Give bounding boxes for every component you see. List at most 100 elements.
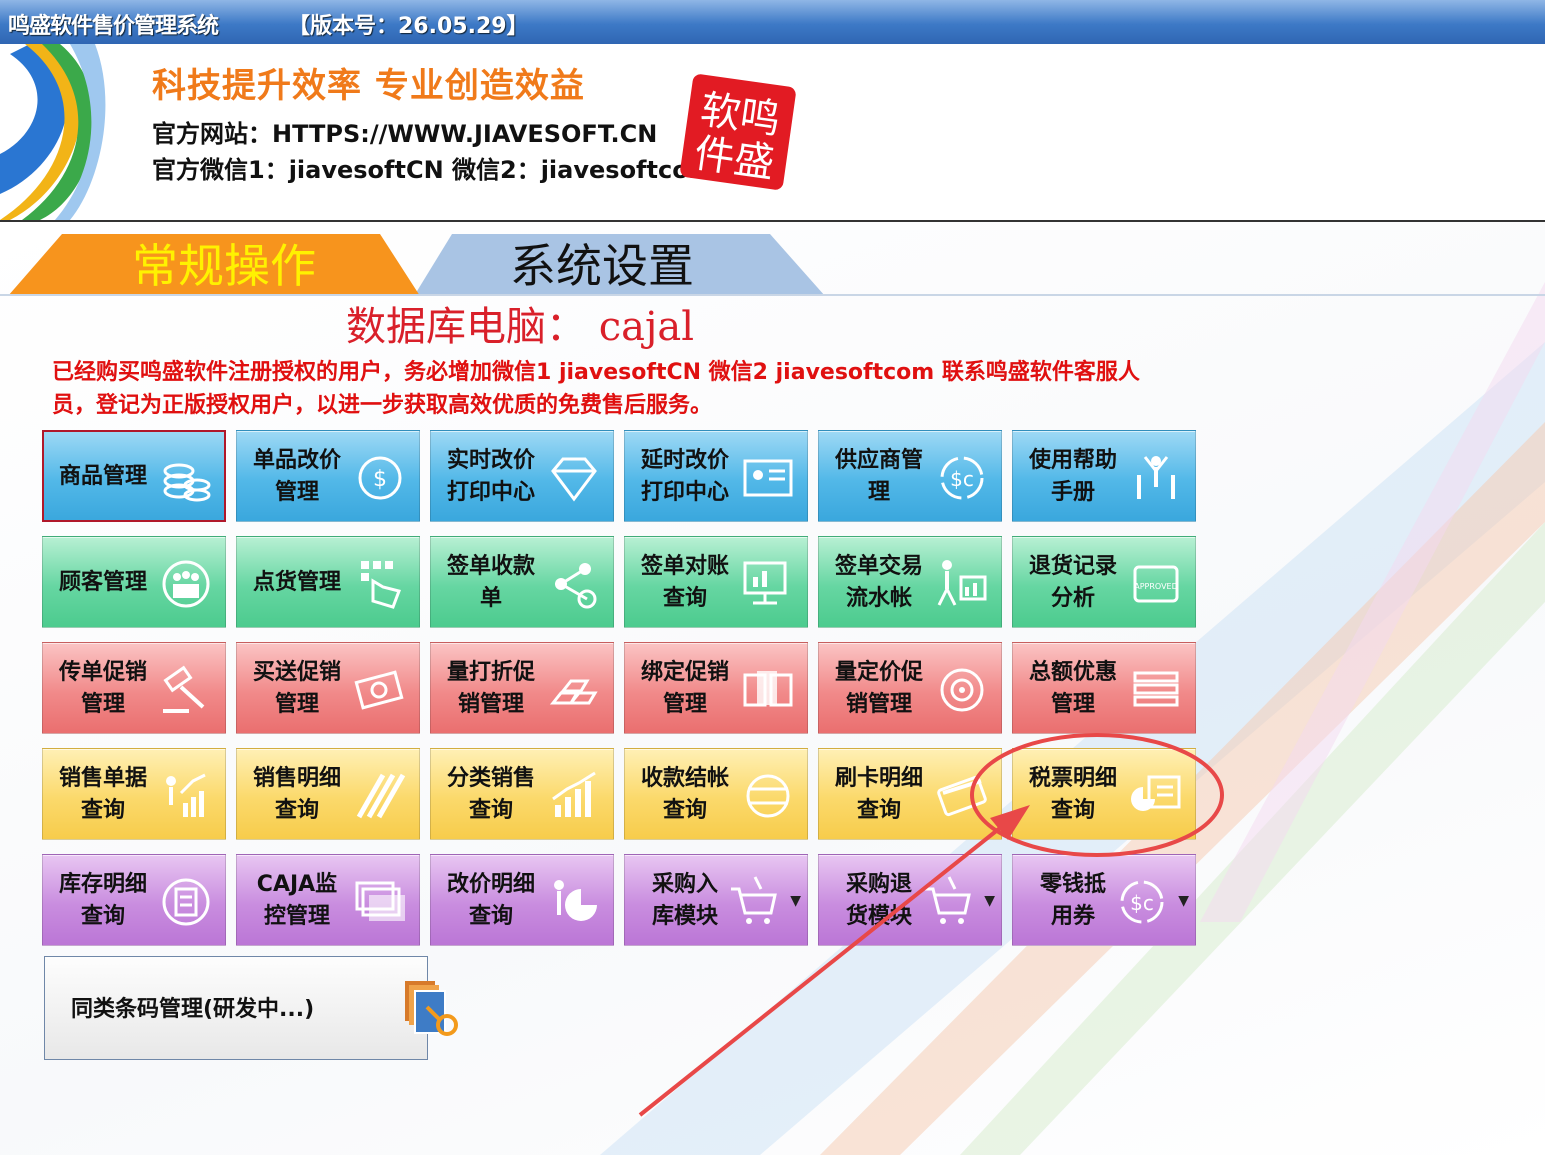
- stripes-icon: [356, 773, 406, 819]
- function-button[interactable]: 采购退 货模块 ▼: [818, 854, 1002, 946]
- gavel-icon: [163, 665, 205, 713]
- function-button[interactable]: 签单收款 单: [430, 536, 614, 628]
- svg-text:APPROVED: APPROVED: [1134, 582, 1178, 591]
- function-button[interactable]: 刷卡明细 查询: [818, 748, 1002, 840]
- function-button[interactable]: 点货管理: [236, 536, 420, 628]
- function-button-label: 使用帮助 手册: [1028, 448, 1117, 505]
- function-button-label: 总额优惠 管理: [1028, 660, 1117, 717]
- dropdown-arrow-icon[interactable]: ▼: [790, 893, 801, 909]
- version-label: 【版本号：26.05.29】: [288, 14, 529, 39]
- diamond-icon: [551, 457, 597, 502]
- function-button-label: 收款结帐 查询: [640, 766, 729, 823]
- function-button[interactable]: 零钱抵 用券 $c ▼: [1012, 854, 1196, 946]
- function-button-label: 顾客管理: [58, 570, 147, 595]
- header-banner: 科技提升效率 专业创造效益 官方网站：HTTPS://WWW.JIAVESOFT…: [0, 44, 1545, 222]
- customers-icon: [162, 560, 210, 608]
- bar-chart-icon: [552, 771, 596, 817]
- function-button[interactable]: 商品管理: [42, 430, 226, 522]
- function-button-label: 签单交易 流水帐: [834, 554, 923, 611]
- main-panel: 常规操作 系统设置 数据库电脑： cajal 已经购买鸣盛软件注册授权的用户，务…: [0, 222, 1545, 1155]
- slogan-text: 科技提升效率 专业创造效益: [152, 66, 585, 106]
- dropdown-arrow-icon[interactable]: ▼: [984, 893, 995, 909]
- license-notice: 已经购买鸣盛软件注册授权的用户，务必增加微信1 jiavesoftCN 微信2 …: [52, 360, 1140, 418]
- tab-underline: [0, 294, 1545, 296]
- function-button-label: 销售明细 查询: [252, 766, 341, 823]
- person-pie-icon: [554, 880, 597, 921]
- function-button-label: 销售单据 查询: [58, 766, 147, 823]
- cart-out-icon: [925, 876, 971, 924]
- swirl-logo-icon: [0, 44, 106, 220]
- function-button-label: 签单收款 单: [446, 554, 535, 611]
- dollar-cycle-icon: $c: [1120, 880, 1164, 924]
- title-bar: 鸣盛软件售价管理系统 【版本号：26.05.29】: [0, 0, 1545, 44]
- price-dial-icon: $: [358, 456, 402, 500]
- function-button[interactable]: 库存明细 查询: [42, 854, 226, 946]
- function-button[interactable]: 延时改价 打印中心: [624, 430, 808, 522]
- function-button[interactable]: CAJA监 控管理: [236, 854, 420, 946]
- function-button[interactable]: 供应商管 理 $c: [818, 430, 1002, 522]
- function-button-label: 刷卡明细 查询: [834, 766, 923, 823]
- svg-text:$c: $c: [950, 467, 974, 491]
- function-button[interactable]: 量打折促 销管理: [430, 642, 614, 734]
- svg-text:$c: $c: [1130, 891, 1154, 915]
- function-button[interactable]: 总额优惠 管理: [1012, 642, 1196, 734]
- cash-bundle-icon: [354, 670, 404, 710]
- function-button[interactable]: 绑定促销 管理: [624, 642, 808, 734]
- function-button-label: 买送促销 管理: [252, 660, 341, 717]
- banknotes-icon: [743, 671, 793, 707]
- dropdown-arrow-icon[interactable]: ▼: [1178, 893, 1189, 909]
- checklist-icon: [162, 878, 210, 926]
- same-barcode-management-button[interactable]: 同类条码管理(研发中...): [44, 956, 458, 1060]
- function-button[interactable]: 量定价促 销管理: [818, 642, 1002, 734]
- function-button-label: 库存明细 查询: [58, 872, 147, 929]
- cart-in-icon: [731, 876, 777, 924]
- function-button[interactable]: 分类销售 查询: [430, 748, 614, 840]
- svg-text:$: $: [373, 467, 387, 492]
- money-stack-icon: [1133, 671, 1179, 707]
- function-button[interactable]: 销售单据 查询: [42, 748, 226, 840]
- company-seal-icon: 软鸣 件盛: [680, 74, 796, 190]
- approved-stamp-icon: APPROVED: [1133, 565, 1179, 603]
- function-button-label: 零钱抵 用券: [1039, 872, 1106, 929]
- function-button[interactable]: 退货记录 分析 APPROVED: [1012, 536, 1196, 628]
- function-button[interactable]: 买送促销 管理: [236, 642, 420, 734]
- function-button-label: 签单对账 查询: [640, 554, 729, 611]
- walker-chart-icon: [937, 560, 987, 606]
- function-button-label: 采购退 货模块: [845, 872, 912, 929]
- function-button[interactable]: 改价明细 查询: [430, 854, 614, 946]
- function-button[interactable]: 收款结帐 查询: [624, 748, 808, 840]
- function-button[interactable]: 实时改价 打印中心: [430, 430, 614, 522]
- globe-lines-icon: [746, 774, 790, 818]
- function-button-label: 量打折促 销管理: [446, 660, 535, 717]
- target-icon: [940, 668, 984, 712]
- function-button[interactable]: 顾客管理: [42, 536, 226, 628]
- function-button-label: 传单促销 管理: [58, 660, 147, 717]
- function-button[interactable]: 签单对账 查询: [624, 536, 808, 628]
- function-button-label: 供应商管 理: [834, 448, 923, 505]
- database-computer-label: 数据库电脑： cajal: [346, 304, 695, 350]
- function-button[interactable]: 销售明细 查询: [236, 748, 420, 840]
- tab-general-operations[interactable]: 常规操作: [132, 230, 316, 300]
- function-button-label: 改价明细 查询: [446, 872, 535, 929]
- tab-system-settings[interactable]: 系统设置: [510, 230, 694, 300]
- function-button-label: 退货记录 分析: [1028, 554, 1117, 611]
- gold-bars-icon: [549, 679, 598, 705]
- function-button-label: 税票明细 查询: [1028, 766, 1117, 823]
- window-stack-icon: [355, 881, 405, 921]
- function-button[interactable]: 签单交易 流水帐: [818, 536, 1002, 628]
- hand-grid-icon: [361, 561, 401, 609]
- people-raise-icon: [1137, 456, 1175, 499]
- nodes-icon: [555, 563, 597, 609]
- function-button[interactable]: 使用帮助 手册: [1012, 430, 1196, 522]
- function-button-label: 单品改价 管理: [252, 448, 341, 505]
- id-card-icon: [743, 459, 793, 497]
- function-button-label: 延时改价 打印中心: [640, 448, 729, 505]
- dollar-cycle-icon: $c: [940, 456, 984, 500]
- website-text: 官方网站：HTTPS://WWW.JIAVESOFT.CN: [152, 120, 658, 148]
- function-button-label: 商品管理: [58, 464, 147, 489]
- function-button[interactable]: 传单促销 管理: [42, 642, 226, 734]
- function-button[interactable]: 税票明细 查询: [1012, 748, 1196, 840]
- function-button[interactable]: 采购入 库模块 ▼: [624, 854, 808, 946]
- function-button-label: 采购入 库模块: [651, 872, 718, 929]
- function-button[interactable]: 单品改价 管理 $: [236, 430, 420, 522]
